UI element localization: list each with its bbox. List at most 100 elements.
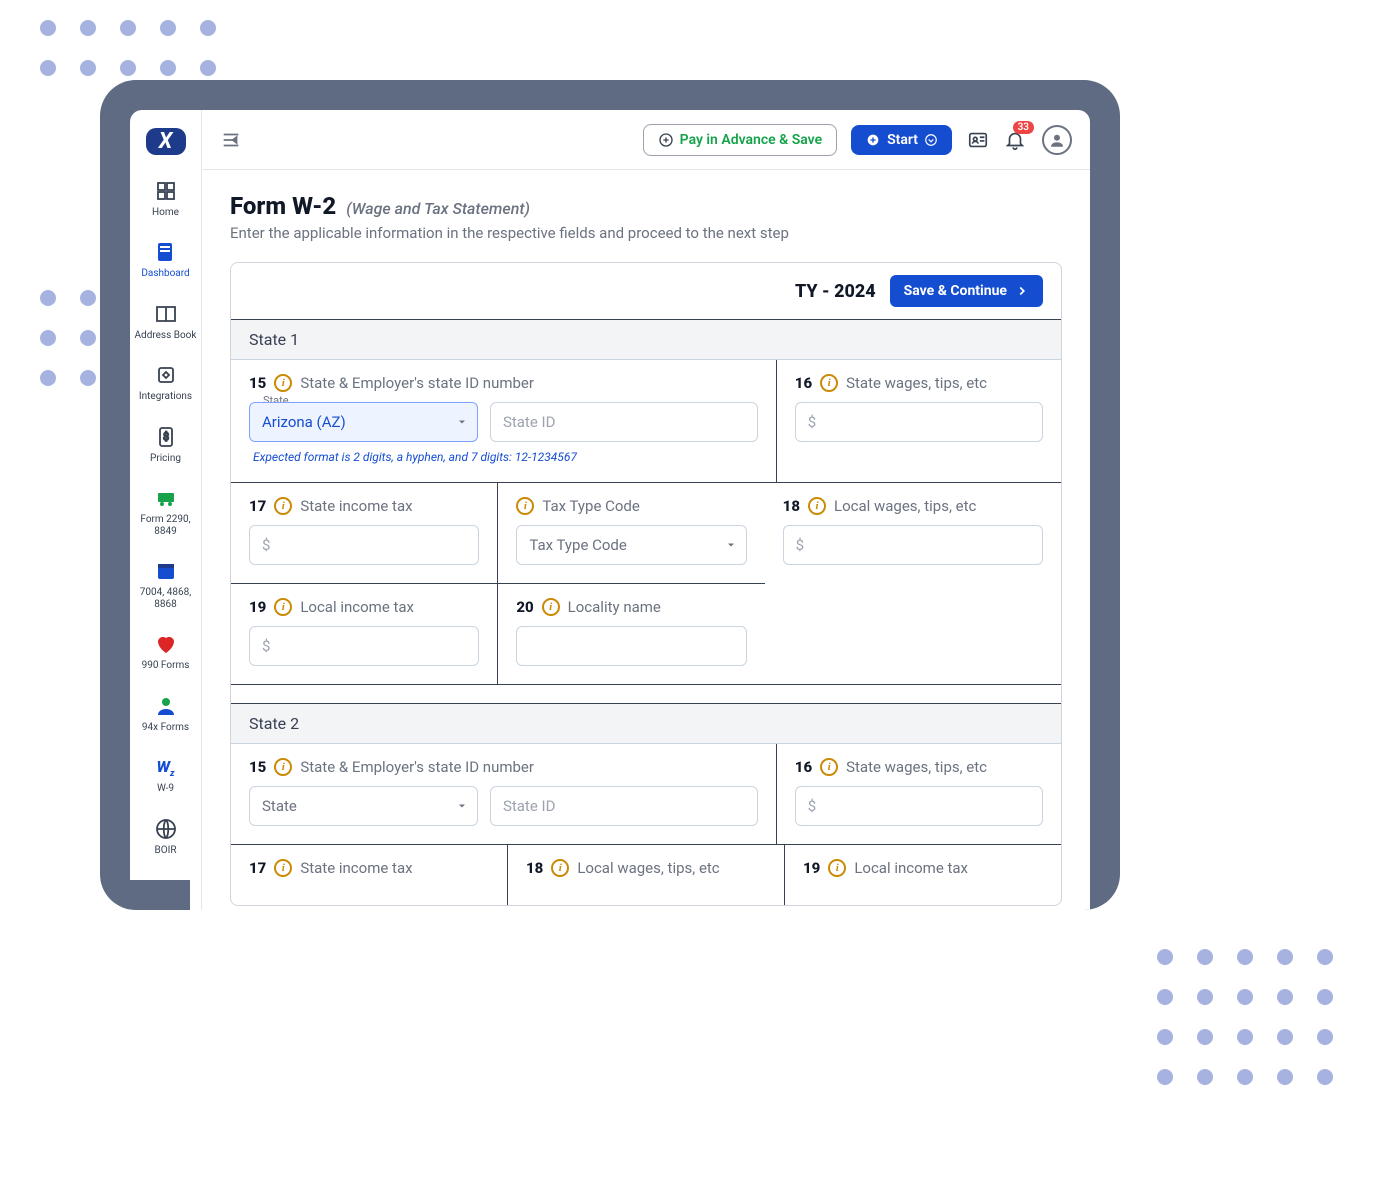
page-description: Enter the applicable information in the … — [230, 224, 1062, 242]
info-icon[interactable]: i — [551, 859, 569, 877]
sidebar-item-pricing[interactable]: $ Pricing — [130, 415, 201, 477]
sidebar-item-label: Address Book — [134, 330, 197, 342]
box-18-cell: 18 i Local wages, tips, etc — [765, 483, 1061, 684]
section-heading: State 1 — [231, 320, 1061, 360]
pay-in-advance-button[interactable]: Pay in Advance & Save — [643, 124, 837, 156]
box-15-cell: 15 i State & Employer's state ID number … — [231, 744, 777, 844]
state-id-input[interactable] — [490, 402, 758, 442]
sidebar-item-94x[interactable]: 94x Forms — [130, 684, 201, 746]
content-area: Form W-2 (Wage and Tax Statement) Enter … — [202, 170, 1090, 910]
state-id-input[interactable] — [490, 786, 758, 826]
integrations-icon — [154, 363, 178, 387]
info-icon[interactable]: i — [828, 859, 846, 877]
device-frame: X Home Dashboard Address Book Integratio… — [100, 80, 1120, 910]
field-label: State & Employer's state ID number — [300, 758, 534, 776]
local-wages-input[interactable] — [783, 525, 1043, 565]
box-16-cell: 16 i State wages, tips, etc — [777, 360, 1061, 482]
sidebar-item-w9[interactable]: Wz W-9 — [130, 745, 201, 807]
sidebar-item-boir[interactable]: BOIR — [130, 807, 201, 869]
info-icon[interactable]: i — [516, 497, 534, 515]
info-icon[interactable]: i — [808, 497, 826, 515]
state-wages-input[interactable] — [795, 402, 1043, 442]
svg-text:$: $ — [163, 430, 169, 443]
sidebar-item-home[interactable]: Home — [130, 169, 201, 231]
box-17-cell: 17 i State income tax — [231, 845, 508, 905]
field-label: State wages, tips, etc — [846, 374, 987, 392]
box-number: 19 — [249, 598, 266, 616]
sidebar-item-990[interactable]: 990 Forms — [130, 622, 201, 684]
tax-year-label: TY - 2024 — [795, 281, 876, 302]
main-area: Pay in Advance & Save Start 33 Form W-2 … — [202, 110, 1090, 910]
svg-text:?: ? — [163, 883, 169, 897]
sidebar-item-label: 990 Forms — [134, 660, 197, 672]
topbar: Pay in Advance & Save Start 33 — [202, 110, 1090, 170]
tax-type-select[interactable]: Tax Type Code — [516, 525, 746, 565]
locality-name-input[interactable] — [516, 626, 746, 666]
menu-toggle-icon[interactable] — [220, 129, 242, 151]
box-17-cell: 17 i State income tax — [231, 483, 498, 583]
box-number: 17 — [249, 497, 266, 515]
info-icon[interactable]: i — [542, 598, 560, 616]
local-income-tax-input[interactable] — [249, 626, 479, 666]
box-number: 15 — [249, 758, 266, 776]
sidebar-item-7004[interactable]: 7004, 4868, 8868 — [130, 549, 201, 622]
state-select[interactable]: Arizona (AZ) — [249, 402, 478, 442]
box-number: 20 — [516, 598, 533, 616]
start-button[interactable]: Start — [851, 125, 952, 155]
chevron-down-icon — [924, 133, 938, 147]
section-heading: State 2 — [231, 704, 1061, 744]
w9-icon: Wz — [154, 755, 178, 779]
sidebar-item-label: Integrations — [134, 391, 197, 403]
contacts-icon[interactable] — [966, 129, 990, 151]
info-icon[interactable]: i — [274, 859, 292, 877]
heart-icon — [154, 632, 178, 656]
panel-head: TY - 2024 Save & Continue — [231, 263, 1061, 319]
sidebar-item-form-2290[interactable]: Form 2290, 8849 — [130, 476, 201, 549]
info-icon[interactable]: i — [274, 758, 292, 776]
info-icon[interactable]: i — [274, 598, 292, 616]
sidebar: X Home Dashboard Address Book Integratio… — [130, 110, 202, 910]
notification-badge: 33 — [1013, 121, 1034, 134]
field-label: State income tax — [300, 497, 412, 515]
user-avatar[interactable] — [1042, 125, 1072, 155]
field-label: State & Employer's state ID number — [300, 374, 534, 392]
state-select[interactable]: State — [249, 786, 478, 826]
user-icon — [1048, 131, 1066, 149]
info-icon[interactable]: i — [820, 374, 838, 392]
box-15-cell: 15 i State & Employer's state ID number … — [231, 360, 777, 482]
sidebar-item-label: 7004, 4868, 8868 — [134, 587, 197, 610]
button-label: Pay in Advance & Save — [680, 132, 822, 148]
state-1-section: State 1 15 i State & Employer's state ID… — [231, 319, 1061, 685]
save-continue-button[interactable]: Save & Continue — [890, 275, 1043, 307]
notifications-icon[interactable]: 33 — [1004, 129, 1028, 151]
sidebar-item-address-book[interactable]: Address Book — [130, 292, 201, 354]
state-wages-input[interactable] — [795, 786, 1043, 826]
decorative-dots-top-left — [40, 20, 216, 76]
field-label: Local wages, tips, etc — [577, 859, 719, 877]
sidebar-item-dashboard[interactable]: Dashboard — [130, 230, 201, 292]
person-icon — [154, 694, 178, 718]
state2-row-1: 15 i State & Employer's state ID number … — [231, 744, 1061, 845]
state2-row-2: 17 i State income tax 18 i Local wages, … — [231, 845, 1061, 905]
sidebar-item-integrations[interactable]: Integrations — [130, 353, 201, 415]
state1-row-1: 15 i State & Employer's state ID number … — [231, 360, 1061, 483]
dashboard-icon — [154, 240, 178, 264]
app-logo[interactable]: X — [146, 128, 186, 155]
field-label: Local wages, tips, etc — [834, 497, 976, 515]
globe-icon — [154, 817, 178, 841]
info-icon[interactable]: i — [820, 758, 838, 776]
page-subtitle: (Wage and Tax Statement) — [346, 199, 530, 218]
button-label: Save & Continue — [904, 283, 1007, 299]
sidebar-item-label: BOIR — [134, 845, 197, 857]
field-label: State income tax — [300, 859, 412, 877]
box-number: 15 — [249, 374, 266, 392]
info-icon[interactable]: i — [274, 374, 292, 392]
state-income-tax-input[interactable] — [249, 525, 479, 565]
sidebar-item-help[interactable]: ? — [130, 868, 201, 910]
sidebar-item-label: 94x Forms — [134, 722, 197, 734]
page-title: Form W-2 — [230, 192, 336, 220]
info-icon[interactable]: i — [274, 497, 292, 515]
box-19-cell: 19 i Local income tax — [231, 584, 498, 684]
field-label: Local income tax — [300, 598, 414, 616]
box-16-cell: 16 i State wages, tips, etc — [777, 744, 1061, 844]
